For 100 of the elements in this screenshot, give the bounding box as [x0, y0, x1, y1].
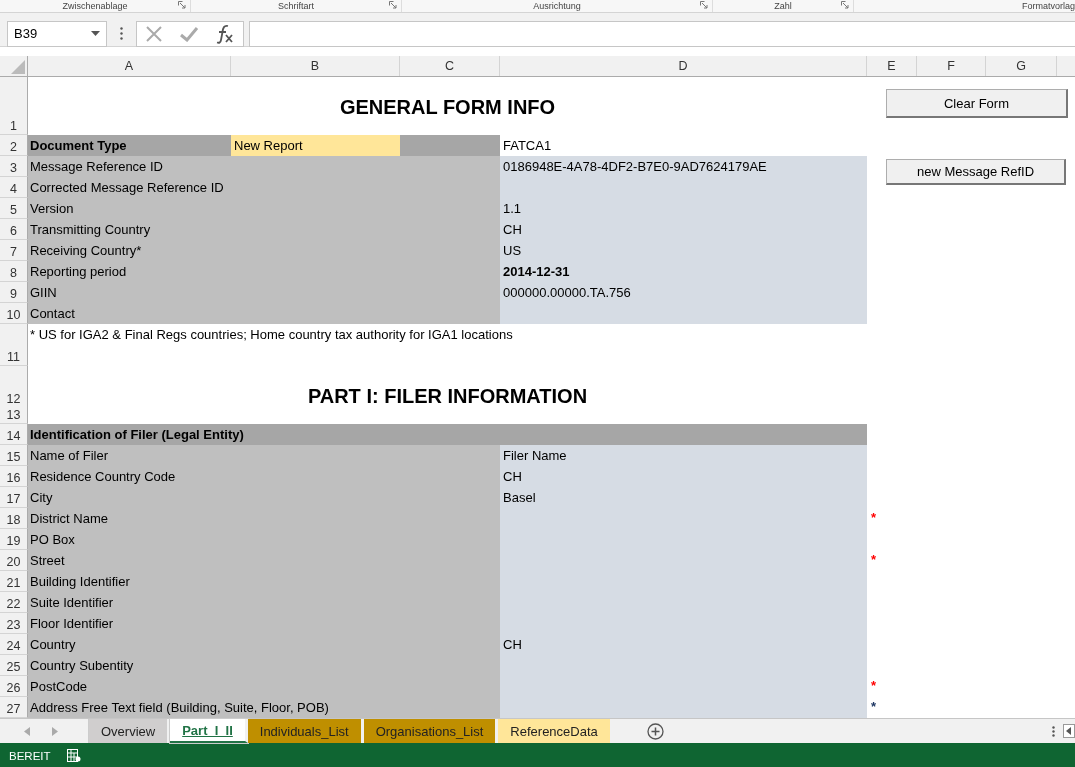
- column-header[interactable]: A: [28, 56, 231, 76]
- label-cell: Floor Identifier: [28, 613, 500, 634]
- section-title: PART I: FILER INFORMATION: [306, 384, 589, 408]
- required-marker: *: [870, 509, 878, 527]
- value-cell[interactable]: CH: [500, 634, 867, 655]
- label-cell: City: [28, 487, 500, 508]
- function-icon[interactable]: [215, 23, 235, 44]
- row-header[interactable]: 4: [0, 177, 28, 198]
- row-header[interactable]: 3: [0, 156, 28, 177]
- value-cell[interactable]: 0186948E-4A78-4DF2-B7E0-9AD7624179AE: [500, 156, 867, 177]
- value-cell[interactable]: 000000.00000.TA.756: [500, 282, 867, 303]
- label-cell: Country Subentity: [28, 655, 500, 676]
- sheet-tab[interactable]: Individuals_List: [247, 719, 364, 743]
- row-header[interactable]: 1: [0, 77, 28, 135]
- row-header[interactable]: 22: [0, 592, 28, 613]
- ribbon-group-label: Zwischenablage: [62, 1, 128, 12]
- column-header[interactable]: E: [867, 56, 917, 76]
- form-button[interactable]: Clear Form: [886, 89, 1068, 118]
- column-header[interactable]: C: [400, 56, 500, 76]
- row-header[interactable]: 7: [0, 240, 28, 261]
- check-icon[interactable]: [179, 25, 199, 42]
- column-header[interactable]: F: [917, 56, 986, 76]
- scroll-left-icon[interactable]: [1063, 724, 1075, 738]
- value-cell[interactable]: 1.1: [500, 198, 867, 219]
- select-all-icon[interactable]: [11, 60, 25, 74]
- label-cell: Contact: [28, 303, 500, 324]
- sheet-tab[interactable]: Overview: [89, 719, 171, 743]
- dialog-launcher-icon[interactable]: [700, 1, 708, 9]
- row-header[interactable]: 5: [0, 198, 28, 219]
- dialog-launcher-icon[interactable]: [841, 1, 849, 9]
- add-sheet-icon[interactable]: [646, 722, 664, 740]
- row-header[interactable]: 18: [0, 508, 28, 529]
- section-header-cell: Identification of Filer (Legal Entity): [28, 424, 867, 445]
- row-header[interactable]: 14: [0, 424, 28, 445]
- row-header[interactable]: 24: [0, 634, 28, 655]
- ribbon-group-label: Formatvorlag: [1022, 1, 1075, 12]
- status-mode: BEREIT: [9, 749, 51, 762]
- value-cell[interactable]: [500, 303, 867, 324]
- row-header[interactable]: 15: [0, 445, 28, 466]
- row-header[interactable]: 9: [0, 282, 28, 303]
- value-cell[interactable]: US: [500, 240, 867, 261]
- required-marker: *: [870, 551, 878, 569]
- row-header[interactable]: 20: [0, 550, 28, 571]
- name-box[interactable]: B39: [7, 20, 107, 47]
- row-header[interactable]: 12: [0, 366, 28, 408]
- value-cell-text: FATCA1: [502, 137, 553, 155]
- label-cell: PostCode: [28, 676, 500, 697]
- macro-record-icon[interactable]: [66, 749, 81, 762]
- row-header[interactable]: 10: [0, 303, 28, 324]
- label-cell: Corrected Message Reference ID: [28, 177, 500, 198]
- label-cell: Suite Identifier: [28, 592, 500, 613]
- value-cell[interactable]: Filer Name: [500, 445, 867, 466]
- row-header[interactable]: 16: [0, 466, 28, 487]
- row-header[interactable]: 21: [0, 571, 28, 592]
- row-header[interactable]: 19: [0, 529, 28, 550]
- row-header[interactable]: 6: [0, 219, 28, 240]
- label-cell: Receiving Country*: [28, 240, 500, 261]
- label-cell: Document Type: [28, 135, 231, 156]
- label-cell: District Name: [28, 508, 500, 529]
- label-cell: Street: [28, 550, 500, 571]
- column-header[interactable]: B: [231, 56, 400, 76]
- label-cell: PO Box: [28, 529, 500, 550]
- ribbon-group-label: Ausrichtung: [533, 1, 581, 12]
- row-header[interactable]: 8: [0, 261, 28, 282]
- label-cell: Version: [28, 198, 500, 219]
- row-header[interactable]: 27: [0, 697, 28, 718]
- column-header[interactable]: D: [500, 56, 867, 76]
- row-header[interactable]: 25: [0, 655, 28, 676]
- dialog-launcher-icon[interactable]: [389, 1, 397, 9]
- row-header[interactable]: 26: [0, 676, 28, 697]
- row-header[interactable]: 11: [0, 324, 28, 366]
- cancel-icon[interactable]: [145, 24, 163, 43]
- value-cell[interactable]: Basel: [500, 487, 867, 508]
- more-icon[interactable]: [120, 27, 123, 40]
- sheet-tab[interactable]: ReferenceData: [498, 719, 613, 743]
- label-cell: Reporting period: [28, 261, 500, 282]
- dropdown-cell[interactable]: New Report: [231, 135, 400, 156]
- more-icon[interactable]: [1052, 725, 1055, 737]
- label-cell: Residence Country Code: [28, 466, 500, 487]
- scroll-right-icon[interactable]: [52, 726, 58, 736]
- label-cell: Building Identifier: [28, 571, 500, 592]
- row-header[interactable]: 23: [0, 613, 28, 634]
- section-title: GENERAL FORM INFO: [338, 95, 557, 120]
- row-header[interactable]: 13: [0, 407, 28, 424]
- required-marker: *: [870, 698, 878, 716]
- value-cell[interactable]: CH: [500, 219, 867, 240]
- ribbon-group-label: Zahl: [774, 1, 792, 12]
- value-cell[interactable]: [500, 697, 867, 718]
- form-button[interactable]: new Message RefID: [886, 159, 1066, 185]
- sheet-tab[interactable]: Part_I_II: [170, 719, 248, 743]
- label-cell: Country: [28, 634, 500, 655]
- dialog-launcher-icon[interactable]: [178, 1, 186, 9]
- row-header[interactable]: 2: [0, 135, 28, 156]
- formula-field[interactable]: [249, 20, 1075, 47]
- value-cell[interactable]: 2014-12-31: [500, 261, 867, 282]
- row-header[interactable]: 17: [0, 487, 28, 508]
- label-cell: GIIN: [28, 282, 500, 303]
- value-cell[interactable]: CH: [500, 466, 867, 487]
- column-header[interactable]: G: [986, 56, 1057, 76]
- dropdown-icon: [91, 31, 100, 36]
